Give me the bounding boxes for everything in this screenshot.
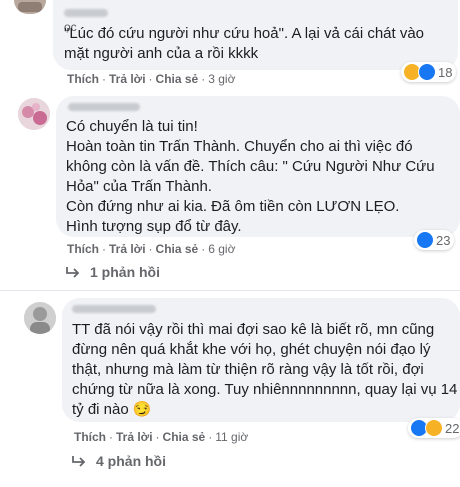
reply-button[interactable]: Trả lời bbox=[116, 430, 153, 444]
reaction-summary[interactable]: 23 bbox=[414, 230, 455, 250]
view-replies-link[interactable]: 4 phản hồi bbox=[72, 453, 166, 469]
reaction-count: 22 bbox=[445, 420, 460, 436]
comment-timestamp[interactable]: 3 giờ bbox=[208, 72, 235, 86]
comment-actions: Thích · Trả lời · Chia sẻ · 6 giờ bbox=[67, 242, 236, 256]
comment-line: Hoàn toàn tin Trấn Thành. Chuyển cho ai … bbox=[66, 138, 413, 155]
comment-line: không còn là vấn đề. Thích câu: " Cứu Ng… bbox=[66, 158, 435, 175]
comment-timestamp[interactable]: 6 giờ bbox=[208, 242, 235, 256]
avatar[interactable] bbox=[14, 0, 46, 14]
comment-line: Hỏa" của Trấn Thành. bbox=[66, 178, 212, 195]
like-button[interactable]: Thích bbox=[67, 242, 99, 256]
comment-text: "Lúc đó cứu người như cứu hoả". A lại vả… bbox=[64, 24, 424, 64]
like-button[interactable]: Thích bbox=[67, 72, 99, 86]
comment-text: Có chuyển là tui tin! Hoàn toàn tin Trấn… bbox=[66, 117, 435, 237]
comment-line: Hình tượng sụp đổ từ đây. bbox=[66, 218, 242, 235]
comment-author[interactable] bbox=[72, 300, 158, 315]
reaction-summary[interactable]: 18 bbox=[401, 62, 457, 82]
avatar[interactable] bbox=[18, 98, 50, 130]
comment-line: TT đã nói vậy rồi thì mai đợi sao kê là … bbox=[72, 321, 435, 338]
comment-line: Có chuyển là tui tin! bbox=[66, 118, 198, 135]
comment-line: mặt người anh của a rồi kkkk bbox=[64, 45, 259, 62]
reply-arrow-icon bbox=[66, 267, 80, 278]
divider bbox=[0, 290, 460, 291]
replies-count-label: 1 phản hồi bbox=[90, 264, 160, 280]
like-button[interactable]: Thích bbox=[74, 430, 106, 444]
replies-count-label: 4 phản hồi bbox=[96, 453, 166, 469]
reply-button[interactable]: Trả lời bbox=[109, 72, 146, 86]
reaction-summary[interactable]: 22 bbox=[408, 418, 460, 438]
share-button[interactable]: Chia sẻ bbox=[163, 430, 206, 444]
comment-line: tỷ đi nào 😏 bbox=[72, 401, 152, 418]
reply-arrow-icon bbox=[72, 456, 86, 467]
view-replies-link[interactable]: 1 phản hồi bbox=[66, 264, 160, 280]
like-icon bbox=[416, 231, 434, 249]
reaction-count: 23 bbox=[436, 232, 451, 248]
comment-line: Còn đứng như ai kia. Đã ôm tiền còn LƯƠN… bbox=[66, 198, 400, 215]
haha-icon bbox=[425, 419, 443, 437]
comment-actions: Thích · Trả lời · Chia sẻ · 11 giờ bbox=[74, 430, 249, 444]
reply-button[interactable]: Trả lời bbox=[109, 242, 146, 256]
comment-timestamp[interactable]: 11 giờ bbox=[215, 430, 248, 444]
comment-text: TT đã nói vậy rồi thì mai đợi sao kê là … bbox=[72, 320, 457, 420]
share-button[interactable]: Chia sẻ bbox=[156, 242, 199, 256]
reaction-count: 18 bbox=[438, 64, 453, 80]
comment-line: đừng nên quá khắt khe với họ, ghét chuyệ… bbox=[72, 341, 431, 358]
comment-line: thật, nhưng mà làm từ thiện rõ ràng vậy … bbox=[72, 361, 424, 378]
comment-actions: Thích · Trả lời · Chia sẻ · 3 giờ bbox=[67, 72, 236, 86]
like-icon bbox=[418, 63, 436, 81]
comment-line: "Lúc đó cứu người như cứu hoả". A lại vả… bbox=[64, 25, 425, 42]
comment-author[interactable] bbox=[68, 98, 142, 113]
avatar[interactable] bbox=[24, 302, 56, 334]
comment-line: chứng từ nữa là xong. Tuy nhiênnnnnnnnn,… bbox=[72, 381, 458, 398]
share-button[interactable]: Chia sẻ bbox=[156, 72, 199, 86]
